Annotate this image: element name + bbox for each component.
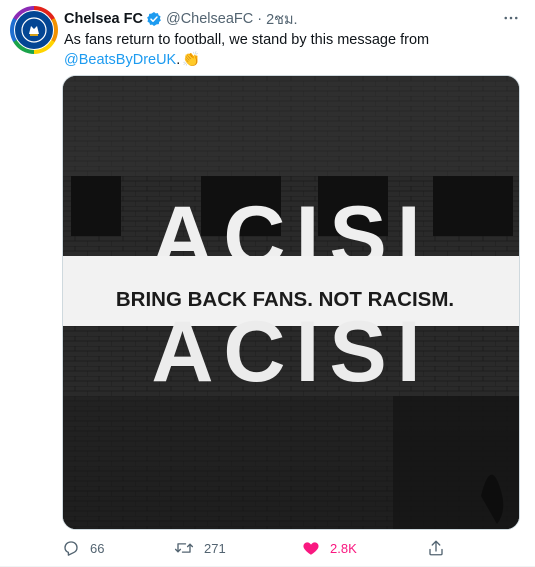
separator-dot: ·	[257, 11, 263, 27]
share-icon	[429, 540, 443, 556]
reply-icon	[64, 541, 78, 556]
tweet-text-end: .	[176, 52, 181, 68]
tweet-media-image[interactable]: ACISI BRING BACK FANS. NOT RACISM. ACISI	[62, 75, 520, 530]
tweet-text: As fans return to football, we stand by …	[64, 30, 519, 70]
author-name[interactable]: Chelsea FC	[64, 11, 143, 27]
like-count: 2.8K	[330, 540, 357, 556]
chelsea-crest-icon	[14, 10, 54, 50]
verified-badge-icon	[146, 11, 162, 27]
timestamp[interactable]: 2ชม.	[266, 8, 298, 31]
author-handle[interactable]: @ChelseaFC	[166, 11, 253, 27]
retweet-count: 271	[204, 540, 226, 556]
tweet-card[interactable]: Chelsea FC @ChelseaFC · 2ชม. As fans ret…	[0, 0, 535, 567]
retweet-button[interactable]: 271	[174, 538, 226, 558]
share-button[interactable]	[427, 538, 455, 558]
avatar[interactable]	[10, 6, 58, 54]
tweet-text-body: As fans return to football, we stand by …	[64, 32, 430, 48]
wall-letters-bottom: ACISI	[151, 304, 430, 400]
heart-filled-icon	[303, 542, 319, 555]
reply-button[interactable]: 66	[62, 538, 104, 558]
retweet-icon	[174, 543, 194, 553]
reply-count: 66	[90, 540, 105, 556]
clapping-hands-emoji: 👏	[182, 52, 201, 68]
mention-link[interactable]: @BeatsByDreUK	[64, 52, 176, 68]
window-dark	[433, 176, 513, 236]
window-dark	[71, 176, 121, 236]
tweet-header: Chelsea FC @ChelseaFC · 2ชม.	[64, 9, 298, 29]
like-button[interactable]: 2.8K	[302, 538, 357, 558]
tweet-actions: 66 271 2.8K	[62, 538, 482, 558]
more-horizontal-icon[interactable]	[501, 8, 521, 28]
